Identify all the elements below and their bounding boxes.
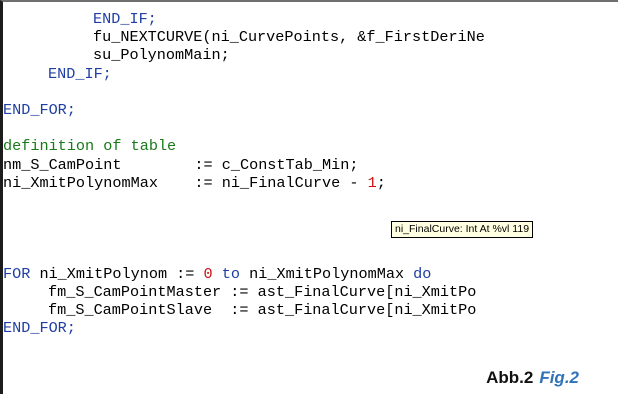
code-line[interactable]: fu_NEXTCURVE(ni_CurvePoints, &f_FirstDer…: [3, 28, 485, 46]
code-line[interactable]: fm_S_CamPointSlave := ast_FinalCurve[ni_…: [3, 301, 485, 319]
code-token-plain: ni_XmitPolynom :=: [30, 264, 204, 283]
code-token-comment: definition of table: [3, 137, 177, 156]
code-token-keyword: END_IF;: [48, 64, 112, 83]
code-token-plain: fu_NEXTCURVE(ni_CurvePoints, &f_FirstDer…: [93, 28, 485, 47]
code-editor[interactable]: END_IF; fu_NEXTCURVE(ni_CurvePoints, &f_F…: [0, 0, 618, 394]
code-token-plain: ni_XmitPolynomMax := ni_FinalCurve -: [3, 173, 368, 192]
code-token-plain: nm_S_CamPoint := c_ConstTab_Min;: [3, 155, 359, 174]
caption-english: Fig.2: [539, 368, 579, 387]
code-token-number: 1: [367, 173, 377, 192]
code-token-plain: ;: [376, 173, 386, 192]
code-token-keyword: END_FOR;: [3, 100, 76, 119]
code-text-area[interactable]: END_IF; fu_NEXTCURVE(ni_CurvePoints, &f_F…: [3, 10, 485, 337]
code-line[interactable]: END_FOR;: [3, 319, 485, 337]
code-token-keyword: do: [413, 264, 432, 283]
code-token-keyword: END_FOR;: [3, 319, 76, 338]
code-line[interactable]: END_IF;: [3, 10, 485, 28]
code-line[interactable]: END_IF;: [3, 65, 485, 83]
code-line[interactable]: definition of table: [3, 137, 485, 155]
caption-german: Abb.2: [486, 368, 534, 387]
code-line[interactable]: nm_S_CamPoint := c_ConstTab_Min;: [3, 156, 485, 174]
code-token-keyword: to: [221, 264, 240, 283]
figure-caption: Abb.2 Fig.2: [486, 368, 579, 388]
code-line[interactable]: [3, 83, 485, 101]
code-line[interactable]: FOR ni_XmitPolynom := 0 to ni_XmitPolyno…: [3, 265, 485, 283]
code-token-plain: ni_XmitPolynomMax: [240, 264, 414, 283]
code-token-plain: fm_S_CamPointMaster := ast_FinalCurve[ni…: [48, 282, 477, 301]
code-line[interactable]: fm_S_CamPointMaster := ast_FinalCurve[ni…: [3, 283, 485, 301]
variable-tooltip: ni_FinalCurve: Int At %vl 119: [391, 221, 534, 238]
code-line[interactable]: ni_XmitPolynomMax := ni_FinalCurve - 1;: [3, 174, 485, 192]
code-token-plain: su_PolynomMain;: [93, 46, 230, 65]
code-token-keyword: FOR: [3, 264, 31, 283]
code-token-plain: fm_S_CamPointSlave := ast_FinalCurve[ni_…: [48, 301, 477, 319]
code-line[interactable]: [3, 246, 485, 264]
code-token-number: 0: [203, 264, 213, 283]
code-line[interactable]: su_PolynomMain;: [3, 46, 485, 64]
code-line[interactable]: [3, 119, 485, 137]
code-line[interactable]: END_FOR;: [3, 101, 485, 119]
code-token-keyword: END_IF;: [93, 10, 157, 28]
code-line[interactable]: [3, 192, 485, 210]
